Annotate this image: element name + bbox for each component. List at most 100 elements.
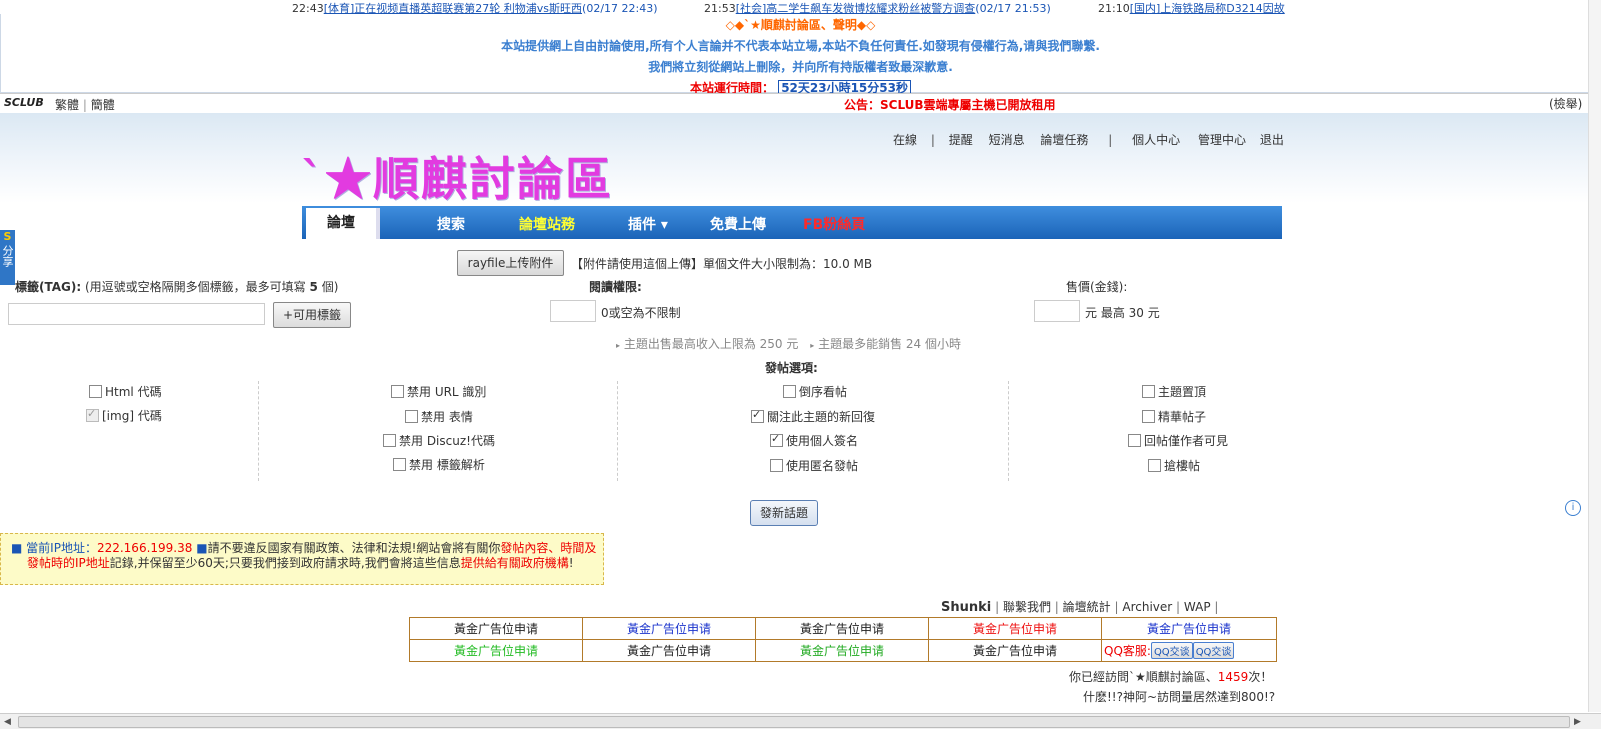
new-topic-submit-button[interactable]: 發新話題 bbox=[750, 500, 818, 526]
sclub-logo[interactable]: SCLUB bbox=[4, 96, 44, 109]
ad-slot[interactable]: 黃金广告位申请 bbox=[928, 617, 1102, 640]
checkbox[interactable] bbox=[391, 385, 404, 398]
checkbox[interactable] bbox=[783, 385, 796, 398]
option-label: [img] 代碼 bbox=[102, 409, 162, 423]
option-label: 使用匿名發帖 bbox=[786, 459, 859, 473]
tag-hint: (用逗號或空格隔開多個標籤，最多可填寫 bbox=[85, 280, 306, 294]
option-author-only-reply[interactable]: 回帖僅作者可見 bbox=[1128, 432, 1228, 449]
checkbox[interactable] bbox=[89, 385, 102, 398]
ticker-item[interactable]: 21:10[国内]上海铁路局称D3214因故 bbox=[1098, 0, 1285, 14]
ad-row: 黃金广告位申请 黃金广告位申请 黃金广告位申请 黃金广告位申请 QQ客服: QQ交… bbox=[409, 639, 1277, 662]
user-nav-reminder[interactable]: 提醒 bbox=[949, 133, 973, 147]
horizontal-scrollbar[interactable]: ◀ ▶ bbox=[0, 713, 1601, 729]
ip-text-1: 請不要違反國家有關政策、法律和法規!網站會將有關你 bbox=[207, 541, 501, 555]
read-perm-input[interactable] bbox=[550, 300, 596, 322]
lang-simplified[interactable]: 簡體 bbox=[91, 98, 115, 112]
ad-text: 黃金广告位申请 bbox=[626, 622, 711, 636]
checkbox[interactable] bbox=[383, 434, 396, 447]
option-img: [img] 代碼 bbox=[86, 407, 162, 424]
ad-slot[interactable]: 黃金广告位申请 bbox=[928, 639, 1102, 662]
nav-free-upload[interactable]: 免費上傳 bbox=[710, 214, 766, 234]
tag-label: 標籤(TAG): bbox=[15, 280, 82, 294]
footer-brand[interactable]: Shunki bbox=[941, 600, 991, 615]
footer-archiver[interactable]: Archiver bbox=[1122, 600, 1172, 614]
price-input[interactable] bbox=[1034, 300, 1080, 322]
visit-counter: 你已經訪問`★順麒討論區、1459次！ bbox=[1069, 668, 1272, 685]
ad-slot[interactable]: 黃金广告位申请 bbox=[1101, 617, 1277, 640]
scrollbar-thumb[interactable] bbox=[18, 716, 1570, 728]
option-html[interactable]: Html 代碼 bbox=[89, 383, 162, 400]
footer-links: Shunki | 聯繫我們 | 論壇統計 | Archiver | WAP | bbox=[941, 598, 1218, 615]
scroll-left-icon[interactable]: ◀ bbox=[4, 717, 11, 727]
user-nav-profile[interactable]: 個人中心 bbox=[1132, 133, 1180, 147]
ad-text: 黃金广告位申请 bbox=[1146, 622, 1231, 636]
read-perm-label: 閱讀權限: bbox=[589, 280, 642, 294]
footer-contact[interactable]: 聯繫我們 bbox=[1003, 600, 1051, 614]
nav-fb-page[interactable]: FB粉絲頁 bbox=[803, 214, 865, 234]
ad-slot[interactable]: 黃金广告位申请 bbox=[755, 639, 929, 662]
rayfile-upload-button[interactable]: rayfile上传附件 bbox=[457, 250, 564, 276]
ticker-link[interactable]: [社会]高二学生飙车发微博炫耀求粉丝被警方调查 bbox=[736, 2, 976, 14]
lang-traditional[interactable]: 繁體 bbox=[55, 98, 79, 112]
checkbox[interactable] bbox=[770, 432, 783, 447]
checkbox[interactable] bbox=[1148, 459, 1161, 472]
ad-text: 黃金广告位申请 bbox=[626, 644, 711, 658]
qq-chat-button[interactable]: QQ交谈 bbox=[1192, 642, 1235, 659]
checkbox[interactable] bbox=[1128, 434, 1141, 447]
nav-site-affairs[interactable]: 論壇站務 bbox=[519, 214, 575, 234]
option-digest[interactable]: 精華帖子 bbox=[1142, 408, 1206, 425]
ad-slot[interactable]: 黃金广告位申请 bbox=[409, 639, 583, 662]
user-nav-online[interactable]: 在線 bbox=[893, 133, 917, 147]
option-follow-replies[interactable]: 關注此主題的新回復 bbox=[751, 408, 875, 425]
tag-input[interactable] bbox=[8, 303, 265, 325]
checkbox[interactable] bbox=[751, 408, 764, 423]
ticker-item[interactable]: 21:53[社会]高二学生飙车发微博炫耀求粉丝被警方调查(02/17 21:53… bbox=[704, 0, 1051, 14]
qq-chat-button[interactable]: QQ交谈 bbox=[1150, 642, 1193, 659]
option-disable-smilies[interactable]: 禁用 表情 bbox=[405, 408, 473, 425]
option-sticky[interactable]: 主題置頂 bbox=[1142, 383, 1206, 400]
ticker-time: 21:10 bbox=[1098, 2, 1130, 14]
option-disable-discuz-code[interactable]: 禁用 Discuz!代碼 bbox=[383, 432, 495, 449]
checkbox[interactable] bbox=[1142, 385, 1155, 398]
nav-plugins[interactable]: 插件 ▾ bbox=[628, 214, 668, 234]
announcement-link[interactable]: 公告：SCLUB雲端專屬主機已開放租用 bbox=[844, 96, 1056, 113]
read-perm-hint: 0或空為不限制 bbox=[601, 306, 681, 320]
scroll-right-icon[interactable]: ▶ bbox=[1574, 717, 1581, 727]
ad-slot[interactable]: 黃金广告位申请 bbox=[755, 617, 929, 640]
user-nav-admin[interactable]: 管理中心 bbox=[1198, 133, 1246, 147]
ticker-item[interactable]: 22:43[体育]正在视频直播英超联赛第27轮 利物浦vs斯旺西(02/17 2… bbox=[292, 0, 658, 14]
ad-slot[interactable]: 黃金广告位申请 bbox=[582, 617, 756, 640]
ad-slot[interactable]: 黃金广告位申请 bbox=[582, 639, 756, 662]
info-icon[interactable]: i bbox=[1565, 500, 1581, 516]
user-nav-logout[interactable]: 退出 bbox=[1260, 133, 1284, 147]
nav-forum-current[interactable]: 論壇 bbox=[306, 208, 380, 239]
forum-logo[interactable]: `★順麒討論區 bbox=[300, 143, 613, 209]
option-reverse-order[interactable]: 倒序看帖 bbox=[783, 383, 847, 400]
checkbox[interactable] bbox=[405, 410, 418, 423]
vertical-scrollbar[interactable] bbox=[1588, 0, 1601, 712]
user-nav-messages[interactable]: 短消息 bbox=[989, 133, 1025, 147]
checkbox[interactable] bbox=[393, 458, 406, 471]
option-disable-url[interactable]: 禁用 URL 識別 bbox=[391, 383, 486, 400]
available-tags-button[interactable]: +可用標籤 bbox=[273, 302, 351, 328]
checkbox[interactable] bbox=[1142, 410, 1155, 423]
option-anonymous[interactable]: 使用匿名發帖 bbox=[770, 457, 858, 474]
option-label: Html 代碼 bbox=[105, 385, 162, 399]
visit-text-a: 你已經訪問`★順麒討論區、 bbox=[1069, 670, 1218, 684]
ad-slot[interactable]: 黃金广告位申请 bbox=[409, 617, 583, 640]
footer-wap[interactable]: WAP bbox=[1184, 600, 1211, 614]
user-nav-tasks[interactable]: 論壇任務 bbox=[1040, 133, 1088, 147]
column-divider bbox=[258, 381, 259, 481]
footer-stats[interactable]: 論壇統計 bbox=[1063, 600, 1111, 614]
ip-address: 222.166.199.38 bbox=[96, 541, 193, 555]
option-floor-rush[interactable]: 搶樓帖 bbox=[1148, 457, 1200, 474]
checkbox[interactable] bbox=[770, 459, 783, 472]
nav-search[interactable]: 搜索 bbox=[437, 214, 465, 234]
report-link[interactable]: (檢舉) bbox=[1549, 95, 1582, 112]
share-tab[interactable]: S 分享 bbox=[0, 230, 15, 285]
option-use-signature[interactable]: 使用個人簽名 bbox=[770, 432, 858, 449]
option-disable-tag-parse[interactable]: 禁用 標籤解析 bbox=[393, 456, 485, 473]
ip-red-1: 發帖內容、時間及 bbox=[500, 541, 597, 555]
ticker-link[interactable]: [体育]正在视频直播英超联赛第27轮 利物浦vs斯旺西 bbox=[324, 2, 582, 14]
ticker-link[interactable]: [国内]上海铁路局称D3214因故 bbox=[1130, 2, 1285, 14]
